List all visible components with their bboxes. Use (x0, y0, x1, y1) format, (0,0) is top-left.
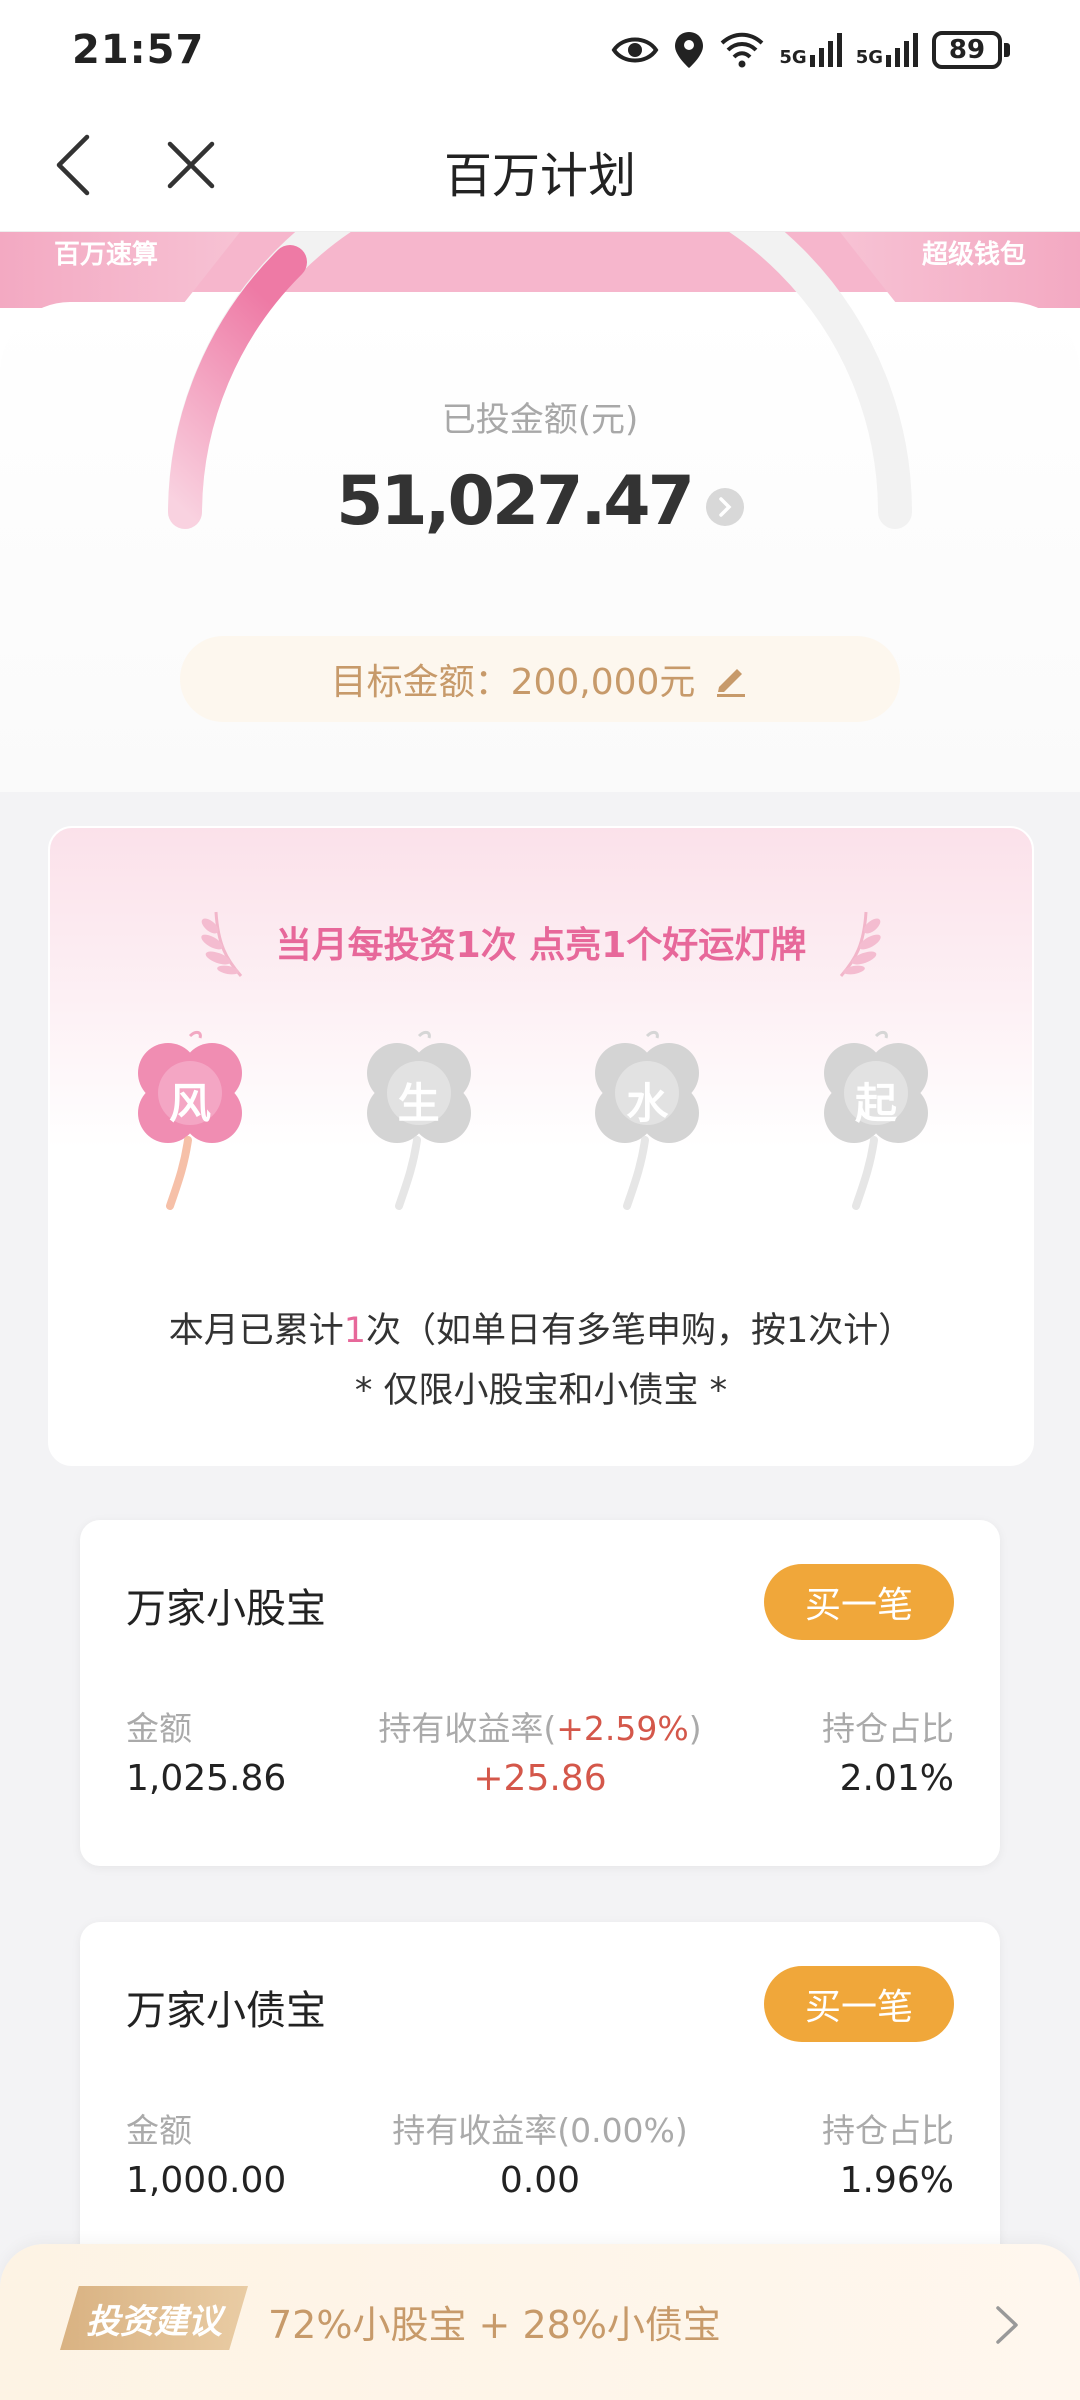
laurel-right-icon (840, 911, 882, 977)
status-bar: 21:57 5G 5G 89 (0, 0, 1080, 100)
count-value: 1 (343, 1311, 366, 1351)
invested-amount: 51,027.47 (336, 462, 695, 541)
eye-icon (611, 37, 659, 63)
advice-text: 72%小股宝 + 28%小债宝 (268, 2303, 721, 2347)
limit-note: * 仅限小股宝和小债宝 * (354, 1371, 728, 1411)
target-amount-pill[interactable]: 目标金额：200,000元 (180, 636, 900, 722)
lantern-char: 起 (854, 1079, 897, 1128)
buy-button[interactable]: 买一笔 (764, 1966, 954, 2042)
target-amount-label: 目标金额：200,000元 (330, 662, 696, 703)
lantern-feng: 风 (130, 1028, 270, 1218)
status-icons: 5G 5G 89 (611, 30, 1010, 70)
yield-label-prefix: 持有收益率( (378, 1709, 557, 1748)
wifi-icon (721, 32, 764, 68)
net-type-label: 5G (779, 47, 807, 68)
lucky-title: 当月每投资1次 点亮1个好运灯牌 (275, 925, 807, 966)
lucky-lantern-card: 当月每投资1次 点亮1个好运灯牌 风 生 水 起 本月已累计1次（如单日有多笔申… (48, 826, 1034, 1466)
status-time: 21:57 (72, 27, 205, 73)
share-value: 2.01% (839, 1758, 954, 1799)
yield-label-suffix: ) (688, 1709, 702, 1748)
buy-button[interactable]: 买一笔 (764, 1564, 954, 1640)
lantern-char: 水 (626, 1079, 669, 1128)
fund-name: 万家小股宝 (126, 1586, 326, 1632)
lantern-sheng: 生 (359, 1028, 499, 1218)
chevron-right-icon[interactable] (705, 487, 744, 526)
count-suffix: 次（如单日有多笔申购，按1次计） (366, 1311, 914, 1351)
fund-card-stock[interactable]: 万家小股宝 买一笔 金额 持有收益率(+2.59%) 持仓占比 1,025.86… (80, 1520, 1000, 1866)
lantern-qi: 起 (816, 1028, 956, 1218)
lantern-shui: 水 (587, 1028, 727, 1218)
fund-name: 万家小债宝 (126, 1988, 326, 2034)
yield-label-prefix: 持有收益率( (392, 2111, 571, 2150)
monthly-count: 本月已累计1次（如单日有多笔申购，按1次计） (50, 1302, 1032, 1353)
yield-rate: 0.00% (570, 2111, 675, 2150)
lantern-row: 风 生 水 起 (130, 1028, 956, 1228)
investment-advice-bar[interactable]: 投资建议 72%小股宝 + 28%小债宝 (0, 2244, 1080, 2400)
net-type-label: 5G (855, 47, 883, 68)
count-prefix: 本月已累计 (168, 1311, 344, 1351)
invested-amount-row[interactable]: 51,027.47 (0, 462, 1080, 541)
lantern-char: 生 (397, 1079, 440, 1128)
fund-card-bond[interactable]: 万家小债宝 买一笔 金额 持有收益率(0.00%) 持仓占比 1,000.00 … (80, 1922, 1000, 2268)
signal-5g-2: 5G (856, 33, 918, 67)
share-label: 持仓占比 (822, 2111, 954, 2150)
share-value: 1.96% (839, 2160, 954, 2201)
chevron-right-icon[interactable] (986, 2300, 1026, 2350)
signal-bars-icon (809, 33, 842, 67)
lantern-char: 风 (168, 1079, 211, 1128)
battery-icon: 89 (932, 31, 1010, 69)
edit-icon[interactable] (713, 661, 749, 697)
lucky-header: 当月每投资1次 点亮1个好运灯牌 (50, 904, 1032, 980)
invested-label: 已投金额(元) (441, 400, 639, 440)
battery-level: 89 (932, 31, 1002, 69)
location-icon (675, 32, 704, 68)
yield-label-suffix: ) (674, 2111, 688, 2150)
nav-bar: 百万计划 (0, 100, 1080, 232)
laurel-left-icon (200, 911, 242, 977)
page-title: 百万计划 (443, 148, 636, 204)
signal-bars-icon (886, 33, 918, 67)
advice-badge: 投资建议 (60, 2286, 248, 2350)
signal-5g-1: 5G (779, 33, 842, 68)
share-label: 持仓占比 (822, 1709, 954, 1748)
yield-rate: +2.59% (556, 1709, 689, 1748)
